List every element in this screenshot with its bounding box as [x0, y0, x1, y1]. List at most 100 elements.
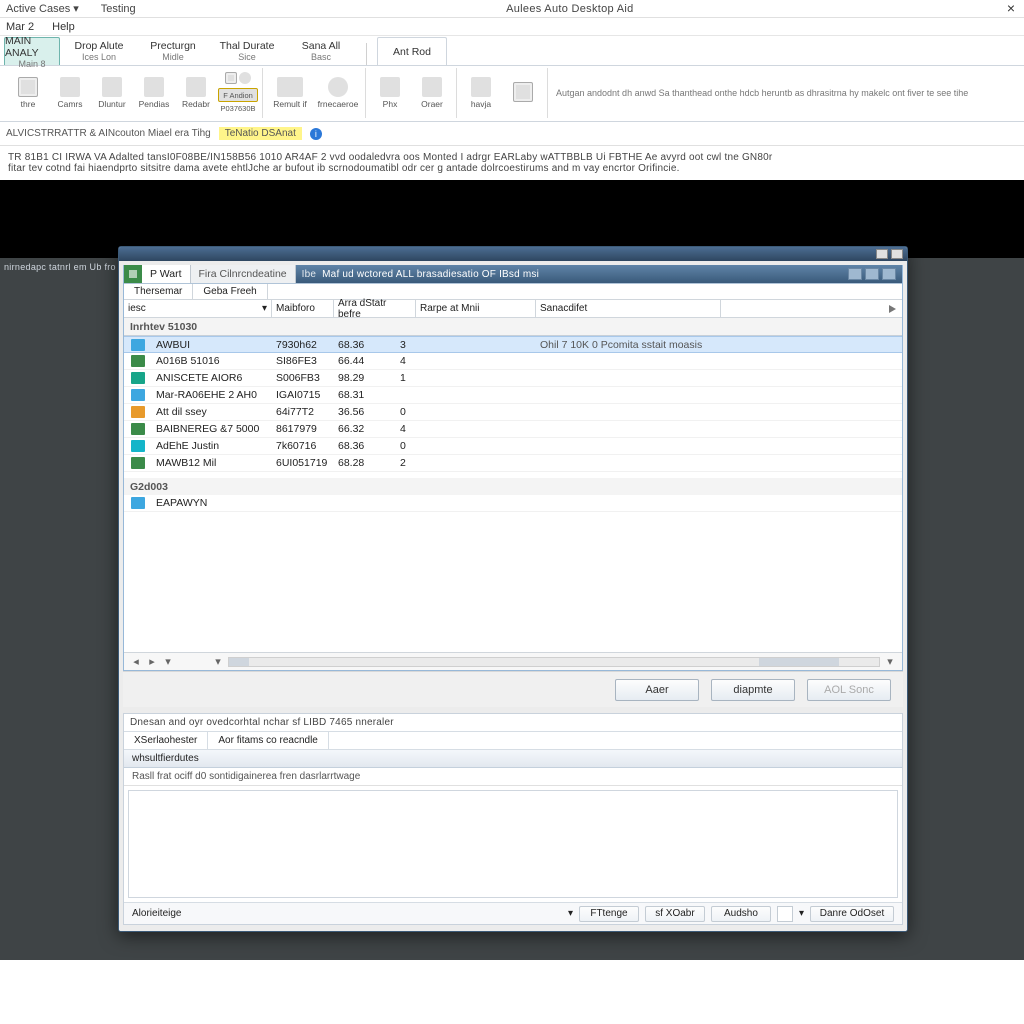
- ribbon-btn-dluntur[interactable]: Dluntur: [94, 70, 130, 116]
- lower-btn-3[interactable]: Audsho: [711, 906, 771, 922]
- ribbon-caption: Autgan andodnt dh anwd Sa thanthead onth…: [548, 88, 1020, 98]
- pane-header-btn2[interactable]: [865, 268, 879, 280]
- cell-name: A016B 51016: [152, 355, 272, 367]
- close-icon[interactable]: ×: [1004, 2, 1018, 16]
- cell-id: 6UI051719: [272, 457, 334, 469]
- cell-v1: 68.36: [334, 339, 396, 351]
- cell-name: Mar-RA06EHE 2 AH0: [152, 389, 272, 401]
- table-row[interactable]: MAWB12 Mil6UI05171968.282: [124, 455, 902, 472]
- ribbon-tab-thal[interactable]: Thal Durate Sice: [212, 37, 282, 65]
- lower-dd2[interactable]: ▾: [799, 908, 804, 919]
- lower-tab-1[interactable]: XSerlaohester: [124, 732, 208, 749]
- lower-textbox[interactable]: [128, 790, 898, 898]
- lower-subheader: whsultfierdutes: [124, 750, 902, 768]
- pane-header-btn1[interactable]: [848, 268, 862, 280]
- filter-col-v1[interactable]: Arra dStatr befre: [334, 300, 416, 317]
- table-row[interactable]: A016B 51016SI86FE366.444: [124, 353, 902, 370]
- cell-v1: 98.29: [334, 372, 396, 384]
- filter-label: iesc: [128, 303, 146, 314]
- pager-first[interactable]: ◂: [130, 655, 142, 668]
- ribbon-btn-havja[interactable]: havja: [463, 70, 499, 116]
- infobar-highlight[interactable]: TeNatio DSAnat: [219, 127, 302, 140]
- cell-id: 7930h62: [272, 339, 334, 351]
- table-row[interactable]: ANISCETE AIOR6S006FB398.291: [124, 370, 902, 387]
- table-row[interactable]: AdEhE Justin7k6071668.360: [124, 438, 902, 455]
- filter-col-desc[interactable]: Sanacdifet: [536, 300, 721, 317]
- ribbon-tab-sana[interactable]: Sana All Basc: [286, 37, 356, 65]
- table-row[interactable]: Mar-RA06EHE 2 AH0IGAI071568.31: [124, 387, 902, 404]
- file-icon: [131, 497, 145, 509]
- cell-v1: 66.32: [334, 423, 396, 435]
- ribbon-tab-drop[interactable]: Drop Alute Ices Lon: [64, 37, 134, 65]
- run-icon[interactable]: [889, 305, 896, 313]
- dialog-min-icon[interactable]: [876, 249, 888, 259]
- ribbon-tab-ant[interactable]: Ant Rod: [377, 37, 447, 65]
- scrollbar[interactable]: [228, 657, 880, 667]
- table-row[interactable]: BAIBNEREG &7 5000861797966.324: [124, 421, 902, 438]
- lower-btn-done[interactable]: Danre OdOset: [810, 906, 894, 922]
- filter-col-id[interactable]: Maibforo: [272, 300, 334, 317]
- ribbon-btn-redabr[interactable]: Redabr: [178, 70, 214, 116]
- group-header-1[interactable]: Inrhtev 51030: [124, 318, 902, 335]
- records-pane: P Wart Fira Cilnrcndeatine Ibe Maf ud wc…: [123, 265, 903, 671]
- cell-v2: 4: [396, 423, 536, 435]
- filter-col-v2[interactable]: Rarpe at Mnii: [416, 300, 536, 317]
- pager-prev[interactable]: ▸: [146, 655, 158, 668]
- cell-v2: 2: [396, 457, 536, 469]
- menu-item-1[interactable]: Mar 2: [6, 21, 34, 33]
- dialog-cancel-button[interactable]: AOL Sonc: [807, 679, 891, 701]
- pane-header: Ibe Maf ud wctored ALL brasadiesatio OF …: [296, 265, 902, 283]
- app-title: Aulees Auto Desktop Aid: [136, 3, 1004, 15]
- ribbon-btn-thre[interactable]: thre: [10, 70, 46, 116]
- cell-id: 8617979: [272, 423, 334, 435]
- subtab-2[interactable]: Geba Freeh: [193, 284, 267, 299]
- dialog-ok-button[interactable]: Aaer: [615, 679, 699, 701]
- pager-dd2[interactable]: ▾: [212, 655, 224, 668]
- ribbon-btn-extra[interactable]: [505, 70, 541, 116]
- cell-name: BAIBNEREG &7 5000: [152, 423, 272, 435]
- cell-v2: 3: [396, 339, 536, 351]
- ribbon-btn-remult[interactable]: Remult if: [269, 70, 311, 116]
- ribbon-btn-phx[interactable]: Phx: [372, 70, 408, 116]
- ribbon-btn-camrs[interactable]: Camrs: [52, 70, 88, 116]
- dialog-max-icon[interactable]: [891, 249, 903, 259]
- lower-tab-2[interactable]: Aor fitams co reacndle: [208, 732, 329, 749]
- ribbon-btn-pendias[interactable]: Pendias: [136, 70, 172, 116]
- dialog-apply-button[interactable]: diapmte: [711, 679, 795, 701]
- ribbon-btn-frnec[interactable]: frnecaeroe: [317, 70, 359, 116]
- pane-header-btn3[interactable]: [882, 268, 896, 280]
- table-row[interactable]: Att dil ssey64i77T236.560: [124, 404, 902, 421]
- lower-status-text: Alorieiteige: [132, 908, 181, 919]
- title-secondary: Testing: [101, 3, 136, 15]
- pager-end[interactable]: ▾: [884, 655, 896, 668]
- dialog-titlebar[interactable]: [119, 247, 907, 261]
- cell-v2: 1: [396, 372, 536, 384]
- file-icon: [131, 372, 145, 384]
- file-icon: [131, 339, 145, 351]
- pane-tab-sub[interactable]: Fira Cilnrcndeatine: [191, 265, 296, 283]
- cell-id: 7k60716: [272, 440, 334, 452]
- cell-id: SI86FE3: [272, 355, 334, 367]
- title-left[interactable]: Active Cases ▾: [6, 2, 79, 15]
- pager-dd1[interactable]: ▾: [162, 655, 174, 668]
- table-row[interactable]: AWBUI7930h6268.363Ohil 7 10K 0 Pcomita s…: [124, 336, 902, 353]
- pane-app-icon: [124, 265, 142, 283]
- pane-tab-main[interactable]: P Wart: [142, 265, 191, 283]
- ribbon-btn-oraer[interactable]: Oraer: [414, 70, 450, 116]
- ribbon-btn-icons[interactable]: F Andion P037630B: [220, 70, 256, 116]
- cell-id: S006FB3: [272, 372, 334, 384]
- info-icon[interactable]: i: [310, 128, 322, 140]
- lower-btn-2[interactable]: sf XOabr: [645, 906, 705, 922]
- table-row[interactable]: EAPAWYN: [124, 495, 902, 512]
- lower-box[interactable]: [777, 906, 793, 922]
- lower-dd[interactable]: ▾: [568, 908, 573, 919]
- subtab-1[interactable]: Thersemar: [124, 284, 193, 299]
- group-header-2[interactable]: G2d003: [124, 478, 902, 495]
- cell-name: ANISCETE AIOR6: [152, 372, 272, 384]
- file-icon: [131, 440, 145, 452]
- ribbon-tab-main[interactable]: MAIN ANALY Main 8: [4, 37, 60, 65]
- file-icon: [131, 457, 145, 469]
- ribbon-tab-prect[interactable]: Precturgn Midle: [138, 37, 208, 65]
- menu-item-2[interactable]: Help: [52, 21, 75, 33]
- lower-btn-1[interactable]: FTtenge: [579, 906, 639, 922]
